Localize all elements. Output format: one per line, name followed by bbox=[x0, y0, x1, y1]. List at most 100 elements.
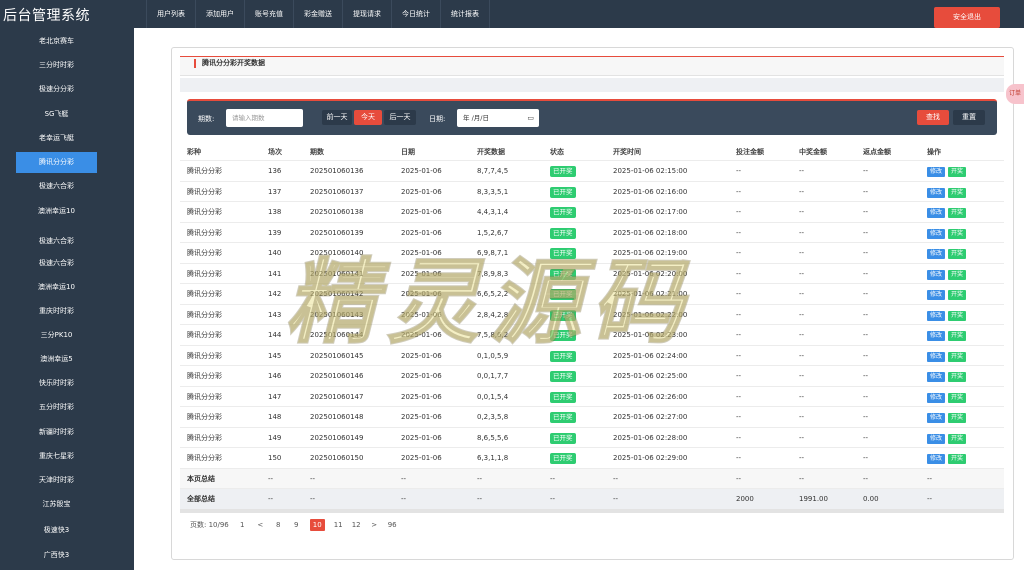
logout-button[interactable]: 安全退出 bbox=[934, 7, 1000, 28]
edit-button[interactable]: 修改 bbox=[927, 433, 946, 444]
page-link[interactable]: 10 bbox=[309, 518, 325, 531]
draw-button[interactable]: 开奖 bbox=[948, 433, 967, 444]
draw-button[interactable]: 开奖 bbox=[948, 249, 967, 259]
data-panel: 腾讯分分彩开奖数据 期数: 请输入期数 前一天 今天 后一天 日期: 年 /月/… bbox=[171, 47, 1014, 560]
sidebar-item-21[interactable]: 广西快3 bbox=[16, 545, 97, 566]
cell-game: 腾讯分分彩 bbox=[187, 392, 222, 401]
page-link[interactable]: < bbox=[256, 521, 265, 529]
draw-button[interactable]: 开奖 bbox=[948, 454, 967, 464]
sidebar-item-1[interactable]: 三分时时彩 bbox=[16, 55, 97, 76]
page-link[interactable]: 9 bbox=[292, 521, 301, 529]
page-link[interactable]: 96 bbox=[388, 521, 397, 529]
cell-round: 144 bbox=[268, 331, 282, 339]
draw-button[interactable]: 开奖 bbox=[948, 167, 967, 177]
edit-button[interactable]: 修改 bbox=[927, 167, 946, 177]
nav-item-3[interactable]: 彩金赠送 bbox=[293, 0, 342, 28]
sidebar-item-18[interactable]: 天津时时彩 bbox=[16, 470, 97, 491]
status-badge: 已开奖 bbox=[550, 289, 576, 300]
page-link[interactable]: 1 bbox=[238, 521, 247, 529]
sidebar-item-10[interactable]: 澳洲幸运10 bbox=[16, 277, 97, 298]
edit-button[interactable]: 修改 bbox=[927, 413, 946, 423]
cell-win: -- bbox=[799, 208, 805, 216]
sidebar-item-0[interactable]: 老北京赛车 bbox=[16, 31, 97, 52]
edit-button[interactable]: 修改 bbox=[927, 351, 946, 362]
cell-date: 2025-01-06 bbox=[401, 208, 442, 216]
sidebar-item-19[interactable]: 江苏骰宝 bbox=[16, 494, 97, 515]
sidebar-item-14[interactable]: 快乐时时彩 bbox=[16, 373, 97, 394]
draw-button[interactable]: 开奖 bbox=[948, 269, 967, 280]
edit-button[interactable]: 修改 bbox=[927, 249, 946, 259]
draw-button[interactable]: 开奖 bbox=[948, 372, 967, 382]
cell-period: 202501060138 bbox=[310, 208, 364, 216]
cell-date: 2025-01-06 bbox=[401, 290, 442, 298]
sidebar-item-5[interactable]: 腾讯分分彩 bbox=[16, 152, 97, 173]
page-link[interactable]: 11 bbox=[334, 521, 343, 529]
nav-item-2[interactable]: 账号充值 bbox=[244, 0, 293, 28]
nav-item-6[interactable]: 统计报表 bbox=[440, 0, 490, 28]
cell-numbers: 1,5,2,6,7 bbox=[477, 228, 509, 237]
total-cell: -- bbox=[613, 495, 619, 503]
cell-period: 202501060142 bbox=[310, 290, 364, 298]
edit-button[interactable]: 修改 bbox=[927, 208, 946, 218]
draw-button[interactable]: 开奖 bbox=[948, 392, 967, 403]
sidebar-item-12[interactable]: 三分PK10 bbox=[16, 325, 97, 346]
sidebar-item-2[interactable]: 极速分分彩 bbox=[16, 79, 97, 100]
draw-button[interactable]: 开奖 bbox=[948, 228, 967, 239]
calendar-icon[interactable]: ▭ bbox=[527, 109, 534, 127]
draw-button[interactable]: 开奖 bbox=[948, 351, 967, 362]
edit-button[interactable]: 修改 bbox=[927, 372, 946, 382]
cell-numbers: 0,2,3,5,8 bbox=[477, 413, 509, 421]
edit-button[interactable]: 修改 bbox=[927, 290, 946, 300]
draw-button[interactable]: 开奖 bbox=[948, 331, 967, 341]
date-input[interactable]: 年 /月/日 ▭ bbox=[457, 109, 539, 127]
table-header: 彩种 场次 期数 日期 开奖数据 状态 开奖时间 投注金额 中奖金额 返点金额 操作 bbox=[180, 143, 1004, 161]
edit-button[interactable]: 修改 bbox=[927, 228, 946, 239]
sidebar-item-3[interactable]: SG飞艇 bbox=[16, 104, 97, 125]
period-input[interactable]: 请输入期数 bbox=[226, 109, 303, 127]
nav-item-0[interactable]: 用户列表 bbox=[146, 0, 195, 28]
sidebar-item-17[interactable]: 重庆七星彩 bbox=[16, 446, 97, 467]
cell-actions: 修改 开奖 bbox=[927, 346, 969, 366]
sidebar-item-7[interactable]: 澳洲幸运10 bbox=[16, 201, 97, 222]
edit-button[interactable]: 修改 bbox=[927, 454, 946, 464]
cell-numbers: 8,7,7,4,5 bbox=[477, 167, 509, 175]
sidebar-item-13[interactable]: 澳洲幸运5 bbox=[16, 349, 97, 370]
sidebar-item-16[interactable]: 新疆时时彩 bbox=[16, 422, 97, 443]
edit-button[interactable]: 修改 bbox=[927, 331, 946, 341]
sidebar-item-6[interactable]: 极速六合彩 bbox=[16, 176, 97, 197]
draw-button[interactable]: 开奖 bbox=[948, 290, 967, 300]
status-badge: 已开奖 bbox=[550, 309, 576, 321]
float-tab[interactable]: 订单 bbox=[1006, 84, 1024, 104]
search-button[interactable]: 查找 bbox=[917, 110, 949, 125]
total-label: 本页总结 bbox=[187, 474, 215, 483]
draw-button[interactable]: 开奖 bbox=[948, 187, 967, 198]
edit-button[interactable]: 修改 bbox=[927, 310, 946, 321]
page-link[interactable]: > bbox=[370, 521, 379, 529]
edit-button[interactable]: 修改 bbox=[927, 392, 946, 403]
sidebar-item-15[interactable]: 五分时时彩 bbox=[16, 397, 97, 418]
edit-button[interactable]: 修改 bbox=[927, 187, 946, 198]
prev-day-button[interactable]: 前一天 bbox=[322, 110, 352, 125]
page-link[interactable]: 8 bbox=[274, 521, 283, 529]
today-button[interactable]: 今天 bbox=[354, 110, 382, 125]
reset-button[interactable]: 重置 bbox=[953, 110, 985, 125]
draw-button[interactable]: 开奖 bbox=[948, 413, 967, 423]
sidebar-item-20[interactable]: 极速快3 bbox=[16, 520, 97, 541]
next-day-button[interactable]: 后一天 bbox=[384, 110, 416, 125]
cell-game: 腾讯分分彩 bbox=[187, 269, 222, 278]
draw-button[interactable]: 开奖 bbox=[948, 310, 967, 321]
status-badge: 已开奖 bbox=[550, 186, 576, 198]
page-link[interactable]: 12 bbox=[352, 521, 361, 529]
nav-item-1[interactable]: 添加用户 bbox=[195, 0, 244, 28]
nav-item-5[interactable]: 今日统计 bbox=[391, 0, 440, 28]
sidebar-item-11[interactable]: 重庆时时彩 bbox=[16, 301, 97, 322]
sidebar-item-4[interactable]: 老幸运飞艇 bbox=[16, 128, 97, 149]
cell-game: 腾讯分分彩 bbox=[187, 187, 222, 196]
sidebar-item-8[interactable]: 极速六合彩 bbox=[16, 231, 97, 252]
nav-item-4[interactable]: 提现请求 bbox=[342, 0, 391, 28]
status-badge: 已开奖 bbox=[550, 391, 576, 403]
draw-button[interactable]: 开奖 bbox=[948, 208, 967, 218]
sidebar-item-9[interactable]: 极速六合彩 bbox=[16, 253, 97, 274]
cell-game: 腾讯分分彩 bbox=[187, 454, 222, 462]
edit-button[interactable]: 修改 bbox=[927, 269, 946, 280]
